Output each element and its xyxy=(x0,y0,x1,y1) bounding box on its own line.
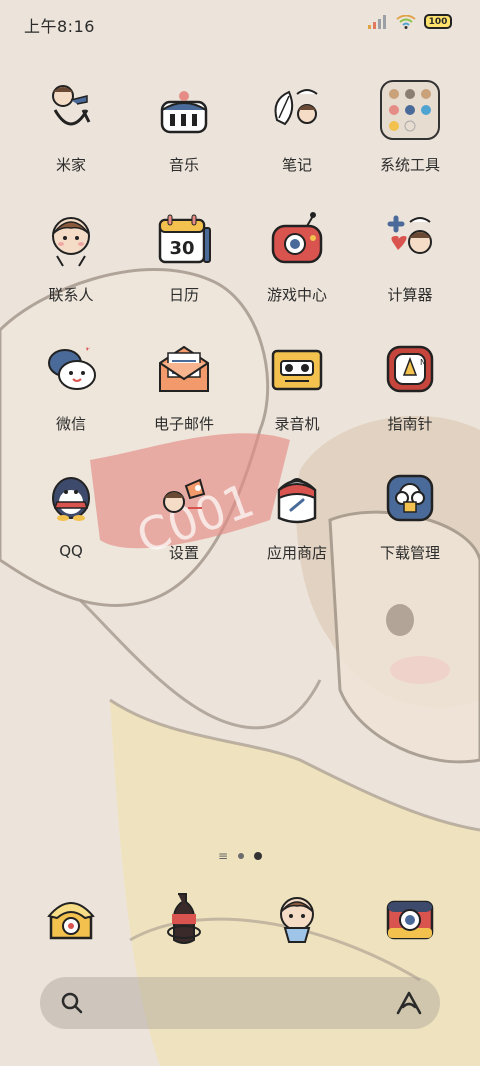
search-icon[interactable] xyxy=(60,991,84,1015)
app-app-store[interactable]: 应用商店 xyxy=(242,468,352,563)
email-icon xyxy=(159,345,209,392)
app-label: 下载管理 xyxy=(379,544,440,562)
compass-icon: N xyxy=(386,345,434,393)
app-label: 电子邮件 xyxy=(153,415,214,433)
app-mijia[interactable]: 米家 xyxy=(16,80,126,175)
app-email[interactable]: 电子邮件 xyxy=(129,339,239,434)
system-tools-folder-icon xyxy=(380,80,440,140)
app-label: 设置 xyxy=(168,544,199,562)
page-dot-active[interactable] xyxy=(254,852,263,860)
dock xyxy=(0,888,480,948)
phone-icon xyxy=(47,902,95,940)
music-icon xyxy=(160,91,208,134)
app-label: 指南针 xyxy=(387,415,433,433)
app-label: 游戏中心 xyxy=(266,286,327,304)
app-label: 录音机 xyxy=(274,415,320,433)
battery-icon: 100 xyxy=(424,14,452,29)
app-compass[interactable]: N 指南针 xyxy=(355,339,465,434)
assistant-icon[interactable] xyxy=(396,991,422,1015)
status-time: 上午8:16 xyxy=(24,17,95,36)
app-label: 音乐 xyxy=(168,156,199,174)
signal-icon xyxy=(368,14,386,29)
app-label: QQ xyxy=(59,542,83,560)
wechat-icon xyxy=(48,347,96,390)
contacts-icon xyxy=(52,217,90,267)
app-notes[interactable]: 笔记 xyxy=(242,80,352,175)
game-center-icon xyxy=(271,212,323,264)
settings-icon xyxy=(163,478,206,513)
dock-phone[interactable] xyxy=(16,888,126,948)
dock-messages[interactable] xyxy=(129,888,239,948)
app-recorder[interactable]: 录音机 xyxy=(242,339,352,434)
app-store-icon xyxy=(277,478,317,524)
app-label: 联系人 xyxy=(48,286,94,304)
app-label: 日历 xyxy=(168,286,199,304)
app-label: 笔记 xyxy=(281,156,312,174)
app-calculator[interactable]: 计算器 xyxy=(355,210,465,305)
app-system-tools-folder[interactable]: 系统工具 xyxy=(355,80,465,175)
svg-text:N: N xyxy=(420,358,426,367)
notes-icon xyxy=(274,89,318,126)
wifi-icon xyxy=(396,14,416,29)
calendar-date: 30 xyxy=(169,238,194,259)
camera-icon xyxy=(386,900,434,940)
recorder-icon xyxy=(271,349,323,391)
messages-icon xyxy=(167,893,201,944)
qq-icon xyxy=(52,477,90,521)
search-bar[interactable] xyxy=(40,977,440,1029)
app-contacts[interactable]: 联系人 xyxy=(16,210,126,305)
calendar-icon: 30 xyxy=(158,214,211,264)
page-indicator: ≡ xyxy=(0,850,480,862)
app-label: 微信 xyxy=(55,415,86,433)
download-manager-icon xyxy=(386,474,434,522)
app-label: 米家 xyxy=(55,156,86,174)
mijia-icon xyxy=(52,85,91,126)
dock-browser[interactable] xyxy=(242,888,352,948)
status-icons: 100 xyxy=(368,14,452,29)
app-download-manager[interactable]: 下载管理 xyxy=(355,468,465,563)
app-label: 系统工具 xyxy=(379,156,440,174)
app-wechat[interactable]: 微信 xyxy=(16,339,126,434)
app-label: 计算器 xyxy=(387,286,433,304)
app-music[interactable]: 音乐 xyxy=(129,80,239,175)
status-bar: 上午8:16 100 xyxy=(0,0,480,46)
app-qq[interactable]: QQ xyxy=(16,468,126,560)
calculator-icon xyxy=(387,215,432,254)
page-dot[interactable] xyxy=(238,853,245,859)
browser-icon xyxy=(280,897,314,943)
hamburger-menu-icon[interactable]: ≡ xyxy=(218,850,228,862)
app-game-center[interactable]: 游戏中心 xyxy=(242,210,352,305)
dock-camera[interactable] xyxy=(355,888,465,948)
app-calendar[interactable]: 30 日历 xyxy=(129,210,239,305)
app-label: 应用商店 xyxy=(266,544,327,562)
app-settings[interactable]: 设置 xyxy=(129,468,239,563)
